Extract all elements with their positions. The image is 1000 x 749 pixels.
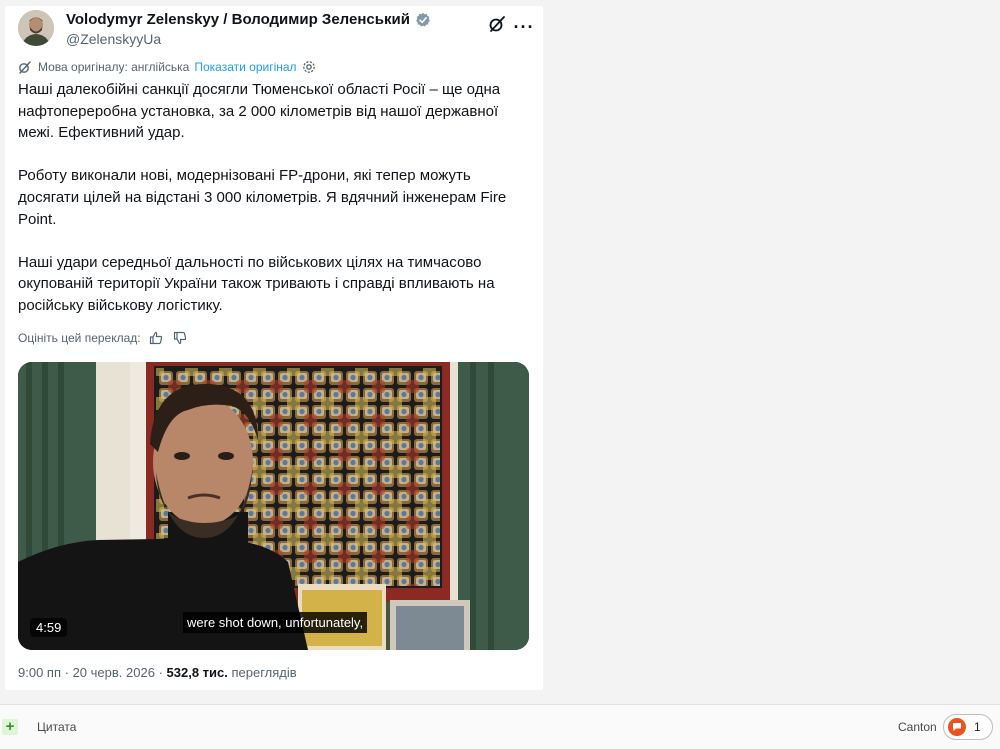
add-button[interactable]: + <box>2 719 18 735</box>
video-duration: 4:59 <box>30 618 68 637</box>
tweet-text: Наші далекобійні санкції досягли Тюменсь… <box>18 79 528 317</box>
video-thumbnail <box>18 362 529 650</box>
verified-icon <box>416 12 430 26</box>
video-subtitle: were shot down, unfortunately, <box>183 612 368 633</box>
translation-source-label: Мова оригіналу: англійська <box>38 60 190 74</box>
canton-label: Canton <box>898 720 937 734</box>
author-name-row[interactable]: Volodymyr Zelenskyy / Володимир Зеленськ… <box>66 11 431 28</box>
tweet-paragraph: Роботу виконали нові, модернізовані FP-д… <box>18 167 507 228</box>
tweet-paragraph: Наші удари середньої дальності по військ… <box>18 253 495 314</box>
grok-icon[interactable] <box>487 14 507 34</box>
reply-count: 1 <box>974 720 981 734</box>
rate-translation-label: Оцініть цей переклад: <box>18 331 141 345</box>
settings-icon[interactable] <box>302 60 316 74</box>
tweet-card: Volodymyr Zelenskyy / Володимир Зеленськ… <box>5 6 543 690</box>
bottom-bar: + Цитата Canton 1 <box>0 705 1000 749</box>
thumbs-down-icon[interactable] <box>173 331 187 345</box>
reply-button[interactable]: 1 <box>943 714 993 740</box>
tweet-time[interactable]: 9:00 пп <box>18 665 61 680</box>
show-original-link[interactable]: Показати оригінал <box>194 60 296 74</box>
thumbs-up-icon[interactable] <box>149 331 163 345</box>
author-name[interactable]: Volodymyr Zelenskyy / Володимир Зеленськ… <box>66 11 410 28</box>
tweet-meta: 9:00 пп · 20 черв. 2026 · 532,8 тис. пер… <box>18 665 297 680</box>
meta-separator: · <box>64 665 73 680</box>
reply-icon <box>948 718 966 736</box>
tweet-header: Volodymyr Zelenskyy / Володимир Зеленськ… <box>18 10 538 50</box>
author-handle[interactable]: @ZelenskyyUa <box>66 31 161 47</box>
tweet-paragraph: Наші далекобійні санкції досягли Тюменсь… <box>18 81 501 142</box>
rate-translation: Оцініть цей переклад: <box>18 331 187 345</box>
view-count: 532,8 тис. <box>166 665 228 680</box>
avatar[interactable] <box>18 10 54 46</box>
tweet-date[interactable]: 20 черв. 2026 <box>73 665 155 680</box>
quote-button[interactable]: Цитата <box>37 720 76 734</box>
meta-separator: · <box>158 665 167 680</box>
more-icon[interactable]: ··· <box>514 17 534 37</box>
translate-icon <box>19 61 31 74</box>
views-label: переглядів <box>231 665 297 680</box>
video-player[interactable]: 4:59 were shot down, unfortunately, <box>18 362 529 650</box>
translation-notice: Мова оригіналу: англійська Показати ориг… <box>18 60 316 74</box>
